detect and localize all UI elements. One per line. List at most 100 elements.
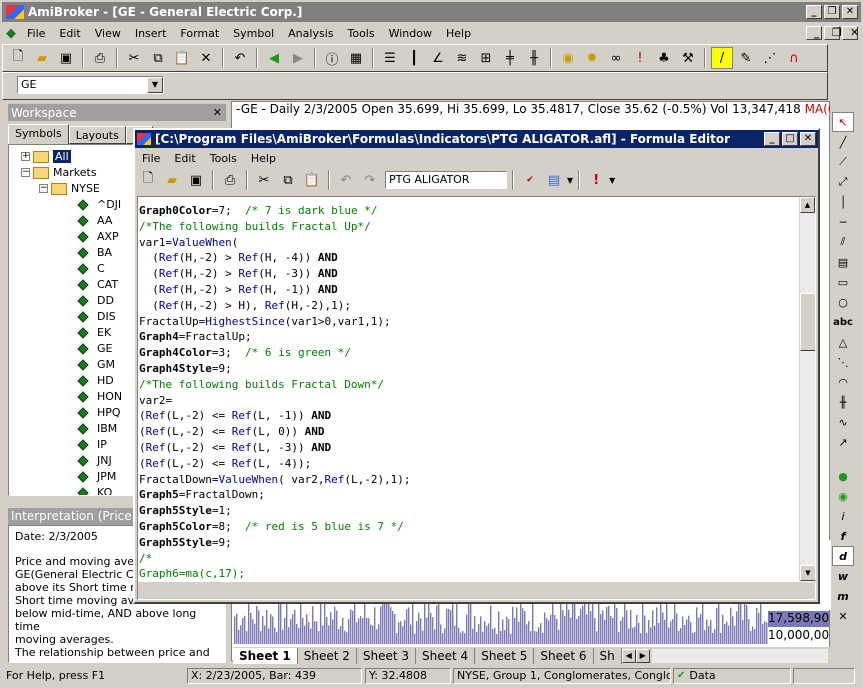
restore-button[interactable]: ❐: [824, 5, 840, 19]
fibonacci-icon[interactable]: ▤: [832, 252, 854, 272]
tree-item-symbol[interactable]: DD: [77, 294, 114, 307]
arc-icon[interactable]: ◠: [832, 372, 854, 392]
tree-item-symbol[interactable]: KO: [77, 486, 112, 495]
select-arrow-icon[interactable]: ↖: [832, 112, 854, 132]
editor-copy-icon[interactable]: ⧉: [277, 169, 299, 191]
info-icon[interactable]: ⓘ: [321, 47, 343, 69]
editor-cut-icon[interactable]: ✂: [253, 169, 275, 191]
symbol-combo[interactable]: GE ▼: [17, 76, 164, 94]
code-editor[interactable]: Graph0Color=7; /* 7 is dark blue *//*The…: [137, 196, 816, 600]
minimize-button[interactable]: _: [806, 5, 822, 19]
zigzag-icon[interactable]: ∿: [832, 412, 854, 432]
dotted-line-icon[interactable]: ⋰: [759, 47, 781, 69]
vertical-scrollbar[interactable]: ▲ ▼: [799, 197, 815, 581]
list-icon[interactable]: ☰: [379, 47, 401, 69]
horizontal-scrollbar[interactable]: [651, 649, 828, 663]
child-minimize-button[interactable]: _: [806, 26, 822, 40]
rectangle-icon[interactable]: ▭: [832, 272, 854, 292]
globe-icon[interactable]: ●: [832, 466, 854, 486]
scroll-down-button[interactable]: ▼: [800, 565, 815, 581]
tree-item-symbol[interactable]: BA: [77, 246, 112, 259]
editor-menu-tools[interactable]: Tools: [203, 152, 244, 165]
tree-item-nyse[interactable]: − NYSE: [39, 182, 100, 195]
tree-item-symbol[interactable]: JPM: [77, 470, 116, 483]
back-icon[interactable]: ◀: [263, 47, 285, 69]
editor-alert-icon[interactable]: !: [585, 169, 607, 191]
scroll-thumb[interactable]: [800, 293, 815, 351]
delete-icon[interactable]: ✕: [195, 47, 217, 69]
menu-format[interactable]: Format: [173, 27, 226, 40]
wave-icon[interactable]: ≋: [451, 47, 473, 69]
tab-sheet-1[interactable]: Sheet 1: [233, 648, 298, 664]
pencil-icon[interactable]: ✎: [735, 47, 757, 69]
editor-menu-file[interactable]: File: [135, 152, 167, 165]
ellipse-icon[interactable]: ○: [832, 292, 854, 312]
child-restore-button[interactable]: ❐: [824, 26, 842, 40]
tab-sheet-3[interactable]: Sheet 3: [357, 648, 417, 664]
tree-item-symbol[interactable]: JNJ: [77, 454, 112, 467]
undo-icon[interactable]: ↶: [229, 47, 251, 69]
panel-close-icon[interactable]: ✕: [832, 606, 854, 626]
editor-undo-icon[interactable]: ↶: [335, 169, 357, 191]
formula-name-input[interactable]: PTG ALIGATOR: [385, 171, 507, 189]
tab-scroll-left[interactable]: ◀: [621, 649, 636, 663]
alert-icon[interactable]: !: [629, 47, 651, 69]
vertical-line-icon[interactable]: │: [832, 192, 854, 212]
scan-icon[interactable]: ♣: [653, 47, 675, 69]
apply-dropdown-icon[interactable]: ▼: [567, 176, 573, 185]
editor-print-icon[interactable]: ⎙: [219, 169, 241, 191]
tab-sheet-6[interactable]: Sheet 6: [534, 648, 594, 664]
tab-scroll-right[interactable]: ▶: [635, 649, 650, 663]
triangle-icon[interactable]: △: [832, 332, 854, 352]
menu-view[interactable]: View: [88, 27, 128, 40]
magnet-icon[interactable]: ∩: [783, 47, 805, 69]
editor-menu-help[interactable]: Help: [244, 152, 283, 165]
tree-item-symbol[interactable]: DIS: [77, 310, 116, 323]
child-close-button[interactable]: ✕: [842, 26, 859, 40]
tree-item-symbol[interactable]: HPQ: [77, 406, 121, 419]
tab-sheet-7[interactable]: Sh: [594, 648, 622, 664]
extended-line-icon[interactable]: ⤢: [832, 172, 854, 192]
grid-icon[interactable]: ⊞: [475, 47, 497, 69]
ohlc-icon[interactable]: ╫: [523, 47, 545, 69]
paste-icon[interactable]: 📋: [171, 47, 193, 69]
monthly-icon[interactable]: m: [832, 586, 854, 606]
editor-close-button[interactable]: ✕: [800, 132, 816, 146]
menu-symbol[interactable]: Symbol: [226, 27, 281, 40]
tree-item-symbol[interactable]: EK: [77, 326, 111, 339]
cycles-icon[interactable]: ╫: [832, 392, 854, 412]
apply-indicator-icon[interactable]: ▤: [543, 169, 565, 191]
verify-syntax-icon[interactable]: ✔: [519, 169, 541, 191]
menu-insert[interactable]: Insert: [128, 27, 174, 40]
buy-icon[interactable]: ◉: [832, 486, 854, 506]
menu-edit[interactable]: Edit: [52, 27, 87, 40]
formula-icon[interactable]: f: [832, 526, 854, 546]
editor-menu-edit[interactable]: Edit: [167, 152, 202, 165]
forward-icon[interactable]: ▶: [287, 47, 309, 69]
editor-new-icon[interactable]: 🗋: [137, 169, 159, 191]
candles-icon[interactable]: ╪: [499, 47, 521, 69]
print-icon[interactable]: ⎙: [89, 47, 111, 69]
fan-icon[interactable]: ⋱: [832, 352, 854, 372]
line-chart-icon[interactable]: ∠: [427, 47, 449, 69]
tree-item-symbol[interactable]: HD: [77, 374, 114, 387]
cut-icon[interactable]: ✂: [123, 47, 145, 69]
tree-item-symbol[interactable]: ^DJI: [77, 198, 121, 211]
tree-item-symbol[interactable]: HON: [77, 390, 122, 403]
gear-icon[interactable]: ✹: [581, 47, 603, 69]
horizontal-line-icon[interactable]: ─: [832, 212, 854, 232]
tools-icon[interactable]: ⚒: [677, 47, 699, 69]
ray-icon[interactable]: ⟋: [832, 152, 854, 172]
trendline-icon[interactable]: ╱: [832, 132, 854, 152]
tree-item-all[interactable]: + All: [21, 150, 71, 163]
tree-item-symbol[interactable]: CAT: [77, 278, 118, 291]
channel-icon[interactable]: ⫽: [832, 232, 854, 252]
tree-item-symbol[interactable]: IBM: [77, 422, 117, 435]
menu-file[interactable]: File: [20, 27, 52, 40]
dynamic-icon[interactable]: d: [832, 546, 854, 566]
tab-sheet-2[interactable]: Sheet 2: [298, 648, 357, 664]
tree-item-symbol[interactable]: C: [77, 262, 105, 275]
tab-symbols[interactable]: Symbols: [8, 124, 69, 144]
save-icon[interactable]: ▣: [55, 47, 77, 69]
editor-maximize-button[interactable]: □: [782, 132, 798, 146]
